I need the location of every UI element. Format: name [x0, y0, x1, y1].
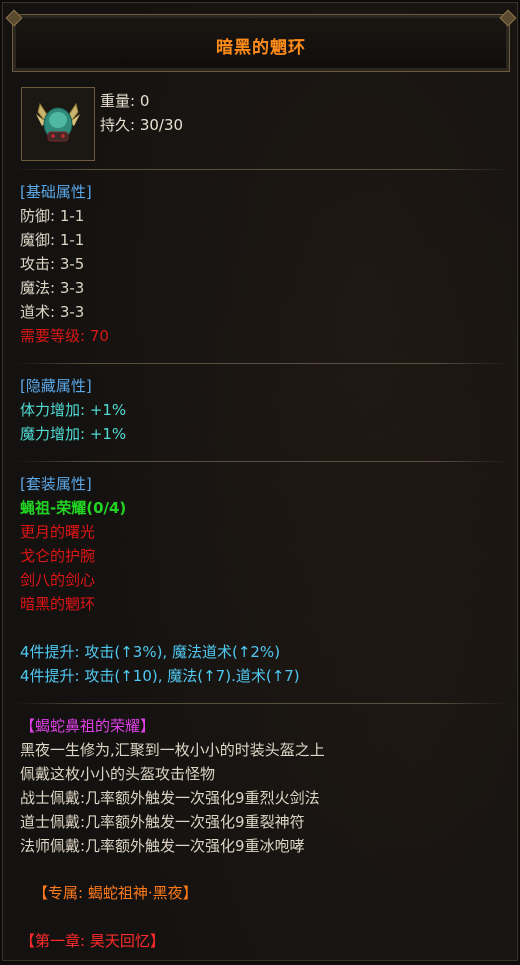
- set-name: 蝇祖-荣耀(0/4): [20, 499, 127, 517]
- basic-attributes-section: [基础属性] 防御: 1-1 魔御: 1-1 攻击: 3-5 魔法: 3-3 道…: [20, 180, 109, 348]
- hidden-attributes-title: [隐藏属性]: [20, 377, 92, 395]
- set-attributes-section: [套装属性] 蝇祖-荣耀(0/4) 更月的曙光 戈仑的护腕 剑八的剑心 暗黑的魍…: [20, 472, 300, 688]
- set-piece: 戈仑的护腕: [20, 547, 96, 565]
- set-piece: 暗黑的魍环: [20, 595, 96, 613]
- stat-hp-increase: 体力增加: +1%: [20, 401, 127, 419]
- item-basic-info: 重量: 0 持久: 30/30: [100, 89, 183, 137]
- lore-title: 【蝎蛇鼻祖的荣耀】: [20, 717, 156, 735]
- level-requirement: 需要等级: 70: [20, 327, 109, 345]
- stat-taoism: 道术: 3-3: [20, 303, 85, 321]
- set-bonus: 4件提升: 攻击(↑10), 魔法(↑7).道术(↑7): [20, 667, 300, 685]
- lore-section: 【蝎蛇鼻祖的荣耀】 黑夜一生修为,汇聚到一枚小小的时装头盔之上 佩戴这枚小小的头…: [20, 714, 325, 858]
- lore-line: 道士佩戴:几率额外触发一次强化9重裂神符: [20, 813, 305, 831]
- hidden-attributes-section: [隐藏属性] 体力增加: +1% 魔力增加: +1%: [20, 374, 126, 446]
- set-piece: 更月的曙光: [20, 523, 96, 541]
- chapter-tag: 【第一章: 昊天回忆】: [20, 932, 165, 950]
- lore-line: 黑夜一生修为,汇聚到一枚小小的时装头盔之上: [20, 741, 325, 759]
- item-name: 暗黑的魍环: [216, 38, 306, 58]
- item-tooltip: 暗黑的魍环 重量: 0 持久: 30/30 [基础属性] 防御: 1-1 魔御:…: [2, 2, 518, 961]
- item-icon-slot: [21, 87, 95, 161]
- divider: [15, 363, 509, 364]
- stat-mp-increase: 魔力增加: +1%: [20, 425, 127, 443]
- weight-text: 重量: 0: [100, 92, 150, 110]
- stat-defense: 防御: 1-1: [20, 207, 85, 225]
- lore-line: 战士佩戴:几率额外触发一次强化9重烈火剑法: [20, 789, 320, 807]
- durability-text: 持久: 30/30: [100, 116, 184, 134]
- divider: [15, 703, 509, 704]
- title-bar: 暗黑的魍环: [12, 14, 510, 72]
- set-bonus: 4件提升: 攻击(↑3%), 魔法道术(↑2%): [20, 643, 281, 661]
- divider: [15, 461, 509, 462]
- stat-attack: 攻击: 3-5: [20, 255, 85, 273]
- lore-line: 佩戴这枚小小的头盔攻击怪物: [20, 765, 216, 783]
- lore-line: 法师佩戴:几率额外触发一次强化9重冰咆哮: [20, 837, 305, 855]
- exclusive-tag: 【专属: 蝎蛇祖神·黑夜】: [33, 884, 198, 902]
- stat-magic: 魔法: 3-3: [20, 279, 85, 297]
- set-piece: 剑八的剑心: [20, 571, 96, 589]
- stat-magic-defense: 魔御: 1-1: [20, 231, 85, 249]
- basic-attributes-title: [基础属性]: [20, 183, 92, 201]
- helmet-icon: [36, 102, 80, 142]
- divider: [15, 169, 509, 170]
- set-attributes-title: [套装属性]: [20, 475, 92, 493]
